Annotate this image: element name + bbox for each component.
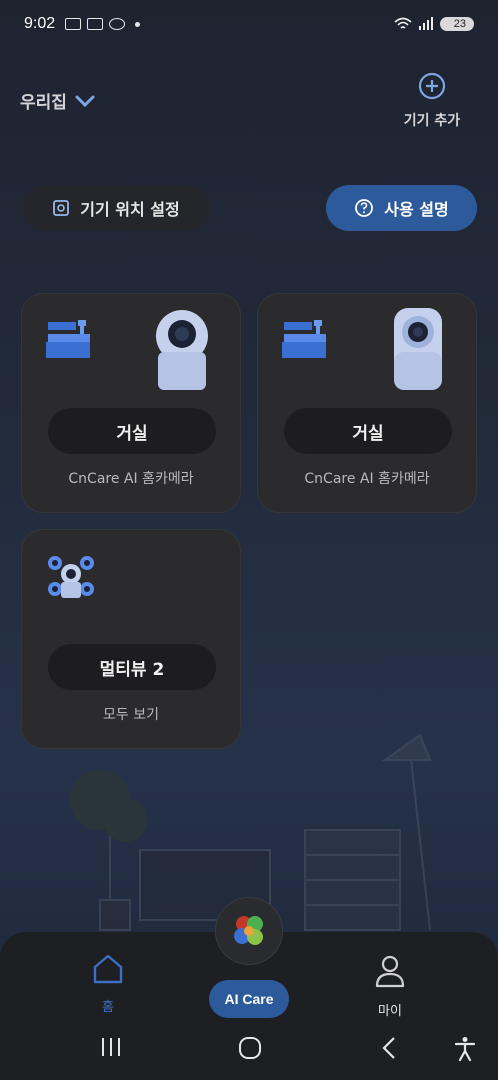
ai-care-logo-icon	[234, 916, 263, 945]
device-name: CnCare AI 홈카메라	[304, 471, 430, 487]
plus-circle-icon	[418, 72, 446, 100]
accessibility-icon[interactable]	[454, 1036, 476, 1066]
photo-frame-icon	[53, 200, 70, 216]
ai-care-button[interactable]: AI Care	[209, 980, 289, 1018]
back-icon[interactable]	[380, 1036, 400, 1064]
chevron-down-icon	[75, 95, 95, 107]
device-name: CnCare AI 홈카메라	[68, 471, 194, 487]
help-label: 사용 설명	[384, 200, 449, 219]
room-label[interactable]: 거실	[284, 408, 452, 454]
device-card[interactable]: 거실 CnCare AI 홈카메라	[257, 293, 477, 513]
multiview-caption: 모두 보기	[103, 707, 159, 723]
dot-icon	[135, 21, 141, 27]
nav-my[interactable]: 마이	[364, 954, 416, 1019]
status-time: 9:02	[24, 15, 56, 32]
screenshot-icon	[87, 18, 104, 30]
nav-home[interactable]: 홈	[82, 954, 134, 1015]
device-location-label: 기기 위치 설정	[80, 200, 180, 219]
notification-icon	[65, 18, 82, 30]
nav-my-label: 마이	[378, 1004, 402, 1019]
system-icons: 23	[394, 17, 474, 31]
nav-home-label: 홈	[102, 1000, 114, 1015]
device-card[interactable]: 거실 CnCare AI 홈카메라	[21, 293, 241, 513]
multiview-icon	[48, 556, 94, 598]
room-label[interactable]: 거실	[48, 408, 216, 454]
status-bar: 9:02 23	[0, 0, 498, 48]
person-icon	[375, 955, 405, 988]
add-device-label: 기기 추가	[403, 113, 461, 129]
ai-care-fab[interactable]	[215, 897, 283, 965]
home-selector[interactable]: 우리집	[20, 88, 95, 113]
message-icon	[109, 18, 126, 30]
multiview-label[interactable]: 멀티뷰 2	[48, 644, 216, 690]
signal-icon	[418, 17, 433, 30]
camera-image	[156, 310, 208, 390]
help-button[interactable]: 사용 설명	[326, 185, 477, 231]
home-icon	[93, 954, 123, 984]
battery-indicator: 23	[439, 17, 474, 31]
home-name: 우리집	[20, 93, 67, 113]
sofa-icon	[282, 320, 326, 358]
sofa-icon	[46, 320, 90, 358]
question-circle-icon	[355, 199, 374, 217]
system-nav-bar	[0, 1026, 498, 1072]
home-system-icon[interactable]	[238, 1036, 262, 1064]
recent-apps-icon[interactable]	[100, 1036, 122, 1062]
multiview-card[interactable]: 멀티뷰 2 모두 보기	[21, 529, 241, 749]
camera-image	[394, 308, 442, 390]
device-location-button[interactable]: 기기 위치 설정	[22, 185, 210, 231]
add-device-button[interactable]: 기기 추가	[392, 72, 472, 130]
wifi-icon	[394, 17, 412, 29]
notification-icons	[65, 18, 141, 30]
